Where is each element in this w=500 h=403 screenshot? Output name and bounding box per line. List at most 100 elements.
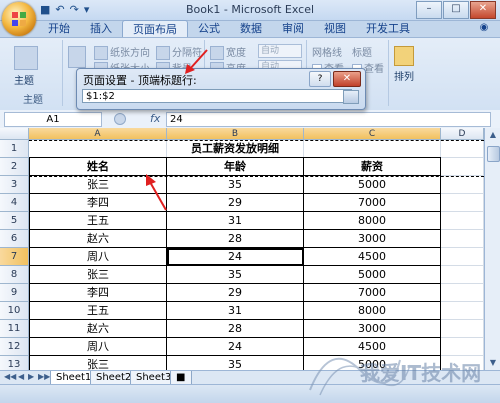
title-rows-input[interactable]: $1:$2 — [82, 89, 352, 103]
cell[interactable]: 35 — [167, 266, 304, 284]
row-header[interactable]: 11 — [0, 320, 29, 338]
row-header[interactable]: 5 — [0, 212, 29, 230]
cell[interactable]: 张三 — [29, 356, 167, 370]
dialog-title: 页面设置 - 顶端标题行: — [83, 74, 197, 87]
tab-home[interactable]: 开始 — [38, 20, 80, 37]
cell[interactable]: 28 — [167, 230, 304, 248]
cell[interactable]: 31 — [167, 212, 304, 230]
column-header-b[interactable]: B — [167, 128, 304, 140]
tab-formulas[interactable]: 公式 — [188, 20, 230, 37]
cell[interactable]: 29 — [167, 194, 304, 212]
dialog-close-button[interactable]: ✕ — [333, 71, 361, 87]
first-sheet-icon[interactable]: ◀◀ — [4, 372, 16, 381]
cell[interactable] — [441, 194, 484, 212]
cell[interactable]: 4500 — [304, 248, 441, 266]
column-header-c[interactable]: C — [304, 128, 441, 140]
scroll-up-icon[interactable]: ▲ — [485, 128, 500, 142]
cell[interactable]: 王五 — [29, 212, 167, 230]
cell[interactable]: 赵六 — [29, 320, 167, 338]
insert-sheet-icon[interactable]: ■ — [170, 371, 192, 385]
select-all-corner[interactable] — [0, 128, 29, 140]
theme-button[interactable]: 主题 — [14, 46, 38, 87]
cell[interactable]: 29 — [167, 284, 304, 302]
cell[interactable]: 5000 — [304, 266, 441, 284]
row-header[interactable]: 2 — [0, 158, 29, 176]
cell[interactable] — [441, 266, 484, 284]
width-select[interactable]: 自动 — [258, 44, 302, 58]
cell[interactable]: 24 — [167, 248, 304, 266]
name-box[interactable]: A1 — [4, 112, 102, 127]
cell[interactable]: 周八 — [29, 248, 167, 266]
tab-developer[interactable]: 开发工具 — [356, 20, 420, 37]
arrange-icon — [394, 46, 414, 66]
arrange-group: 排列 — [390, 40, 422, 106]
row-header[interactable]: 3 — [0, 176, 29, 194]
cell[interactable]: 28 — [167, 320, 304, 338]
cell[interactable]: 8000 — [304, 212, 441, 230]
last-sheet-icon[interactable]: ▶▶ — [38, 372, 50, 381]
cell[interactable]: 7000 — [304, 194, 441, 212]
cell[interactable]: 3000 — [304, 230, 441, 248]
cell[interactable]: 35 — [167, 176, 304, 194]
minimize-button[interactable]: – — [416, 1, 442, 19]
column-header-a[interactable]: A — [29, 128, 167, 140]
orientation-button[interactable]: 纸张方向 — [94, 44, 150, 60]
close-button[interactable]: ✕ — [470, 1, 496, 19]
cell[interactable]: 5000 — [304, 176, 441, 194]
dialog-help-button[interactable]: ? — [309, 71, 331, 87]
column-header-d[interactable]: D — [441, 128, 484, 140]
cell[interactable]: 31 — [167, 302, 304, 320]
cell[interactable] — [441, 140, 484, 158]
watermark-logo: 我爱IT技术网 — [309, 357, 481, 396]
prev-sheet-icon[interactable]: ◀ — [18, 372, 24, 381]
row-header[interactable]: 4 — [0, 194, 29, 212]
margins-icon[interactable] — [68, 46, 88, 68]
sheet-title-cell[interactable]: 员工薪资发放明细 — [29, 140, 441, 158]
tab-data[interactable]: 数据 — [230, 20, 272, 37]
row-header[interactable]: 8 — [0, 266, 29, 284]
cell[interactable]: 35 — [167, 356, 304, 370]
cell[interactable]: 7000 — [304, 284, 441, 302]
cell[interactable] — [441, 302, 484, 320]
tab-review[interactable]: 审阅 — [272, 20, 314, 37]
fx-icon[interactable]: fx — [150, 112, 160, 125]
cell[interactable] — [441, 248, 484, 266]
cell[interactable] — [441, 284, 484, 302]
expand-dialog-icon[interactable] — [343, 90, 359, 104]
row-header[interactable]: 10 — [0, 302, 29, 320]
cell[interactable]: 24 — [167, 338, 304, 356]
scroll-thumb[interactable] — [487, 146, 500, 162]
office-button[interactable] — [2, 2, 36, 36]
cell[interactable] — [441, 176, 484, 194]
cell[interactable]: 赵六 — [29, 230, 167, 248]
row-header[interactable]: 9 — [0, 284, 29, 302]
formula-expand-icon[interactable] — [114, 113, 126, 125]
row-header[interactable]: 12 — [0, 338, 29, 356]
tab-view[interactable]: 视图 — [314, 20, 356, 37]
arrange-button[interactable]: 排列 — [394, 46, 414, 83]
cell[interactable] — [441, 212, 484, 230]
theme-icon — [14, 46, 38, 70]
ribbon-tabs: 开始 插入 页面布局 公式 数据 审阅 视图 开发工具 — [38, 20, 420, 38]
cell[interactable]: 李四 — [29, 284, 167, 302]
row-header[interactable]: 7 — [0, 248, 29, 266]
cell[interactable] — [441, 158, 484, 176]
header-cell[interactable]: 年龄 — [167, 158, 304, 176]
tab-insert[interactable]: 插入 — [80, 20, 122, 37]
row-header[interactable]: 6 — [0, 230, 29, 248]
row-header[interactable]: 1 — [0, 140, 29, 158]
tab-page-layout[interactable]: 页面布局 — [122, 20, 188, 38]
cell[interactable] — [441, 230, 484, 248]
cell[interactable]: 张三 — [29, 266, 167, 284]
help-icon[interactable]: ◉ — [476, 22, 492, 36]
cell[interactable]: 8000 — [304, 302, 441, 320]
next-sheet-icon[interactable]: ▶ — [28, 372, 34, 381]
cell[interactable]: 周八 — [29, 338, 167, 356]
header-cell[interactable]: 薪资 — [304, 158, 441, 176]
formula-input[interactable]: 24 — [166, 112, 491, 127]
row-header[interactable]: 13 — [0, 356, 29, 370]
cell[interactable]: 王五 — [29, 302, 167, 320]
maximize-button[interactable]: □ — [443, 1, 469, 19]
gridlines-label: 网格线 — [312, 48, 342, 59]
breaks-icon — [156, 46, 170, 60]
